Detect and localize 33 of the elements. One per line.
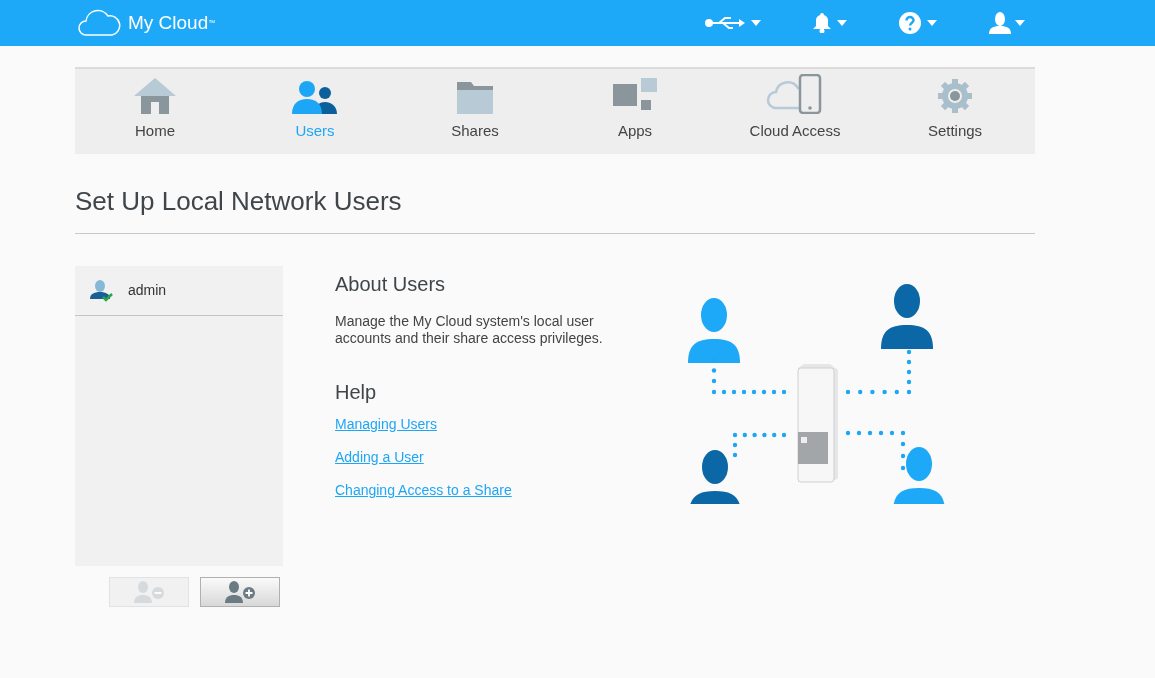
bell-icon	[813, 13, 831, 33]
page-title: Set Up Local Network Users	[75, 182, 1035, 234]
add-user-icon	[225, 581, 255, 603]
caret-icon	[927, 20, 937, 26]
help-icon	[899, 12, 921, 34]
caret-icon	[837, 20, 847, 26]
usb-menu-button[interactable]	[705, 16, 761, 30]
help-heading: Help	[335, 380, 378, 405]
usb-icon	[705, 16, 745, 30]
user-list-item[interactable]: admin	[75, 266, 283, 316]
add-user-button[interactable]	[200, 577, 280, 607]
caret-icon	[751, 20, 761, 26]
help-menu-button[interactable]	[899, 12, 937, 34]
about-text: Manage the My Cloud system's local user accounts and their share access privileges.	[335, 313, 604, 347]
about-heading: About Users	[335, 272, 447, 297]
account-menu-button[interactable]	[989, 12, 1025, 34]
user-check-icon	[90, 279, 114, 302]
cloud-phone-icon	[766, 73, 824, 114]
cloud-logo-icon	[77, 9, 121, 37]
folder-icon	[457, 81, 493, 114]
nav-tab[interactable]: Settings	[875, 69, 1035, 154]
notifications-button[interactable]	[813, 13, 847, 33]
nav-tab[interactable]: Apps	[555, 69, 715, 154]
users-icon	[292, 79, 338, 114]
caret-icon	[1015, 20, 1025, 26]
user-icon	[989, 12, 1011, 34]
nav-tab[interactable]: Cloud Access	[715, 69, 875, 154]
nav-tab[interactable]: Shares	[395, 69, 555, 154]
logo-text: My Cloud$^{™}$	[128, 10, 216, 35]
house-icon	[134, 77, 176, 114]
gear-icon	[937, 77, 973, 114]
remove-user-icon	[134, 581, 164, 603]
nav-tab[interactable]: Home	[75, 69, 235, 154]
